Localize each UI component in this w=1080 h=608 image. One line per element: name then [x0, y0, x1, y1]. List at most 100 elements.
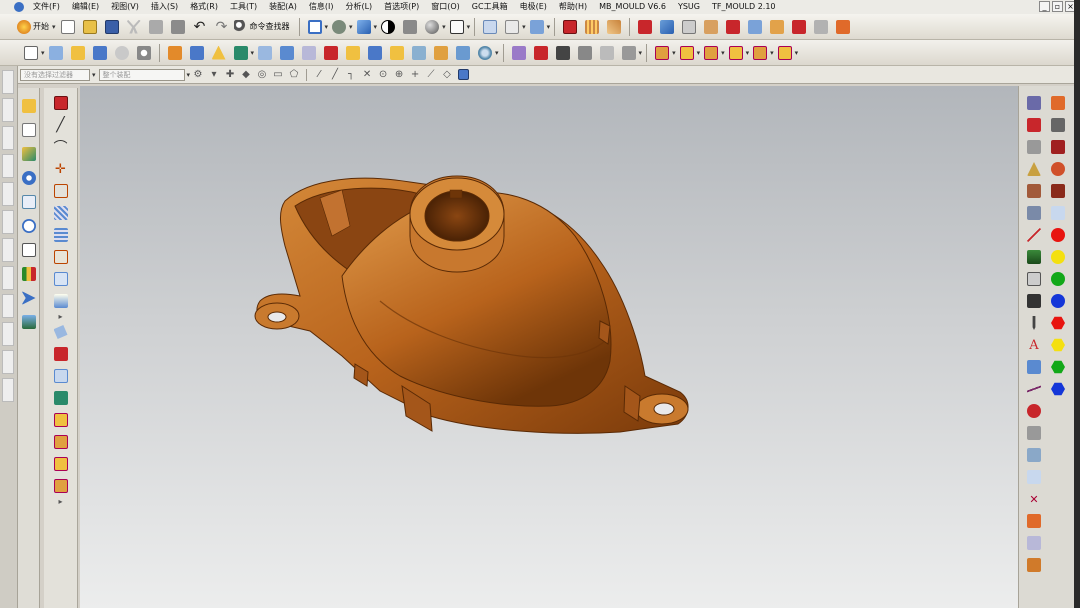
spline-button[interactable]: [51, 225, 71, 245]
mold-a-button[interactable]: [635, 17, 655, 37]
mesh-button[interactable]: [51, 203, 71, 223]
fit-view-button[interactable]: [305, 17, 325, 37]
project-button[interactable]: [51, 322, 71, 342]
trim-button[interactable]: [209, 43, 229, 63]
right-tool-7[interactable]: [1024, 225, 1044, 245]
tool-d-button[interactable]: [575, 43, 595, 63]
dock-tab[interactable]: [2, 266, 14, 290]
chevron-down-icon[interactable]: ▾: [522, 23, 526, 31]
command-finder-button[interactable]: 命令查找器: [233, 17, 294, 37]
chevron-down-icon[interactable]: ▾: [442, 23, 446, 31]
mould-d-button[interactable]: [726, 43, 746, 63]
offset-button[interactable]: [343, 43, 363, 63]
constraint-navigator-tab[interactable]: [19, 120, 39, 140]
undo-button[interactable]: ↶: [190, 17, 210, 37]
revolve-button[interactable]: [68, 43, 88, 63]
tool-b-button[interactable]: [531, 43, 551, 63]
menu-window[interactable]: 窗口(O): [425, 0, 466, 14]
chevron-down-icon[interactable]: ▾: [672, 49, 676, 57]
mold-g-button[interactable]: [767, 17, 787, 37]
right-tool-21[interactable]: [1024, 533, 1044, 553]
paste-button[interactable]: [168, 17, 188, 37]
right-tool-6[interactable]: [1024, 203, 1044, 223]
right-tool-10[interactable]: [1024, 291, 1044, 311]
menu-analysis[interactable]: 分析(L): [339, 0, 378, 14]
start-button[interactable]: 开始 ▾: [17, 17, 56, 37]
red-sphere-swatch[interactable]: [1048, 225, 1068, 245]
mold-f-button[interactable]: [745, 17, 765, 37]
right-tool-20[interactable]: [1024, 511, 1044, 531]
menu-tf-mould[interactable]: TF_MOULD 2.10: [706, 0, 782, 14]
dock-tab[interactable]: [2, 98, 14, 122]
minimize-button[interactable]: _: [1039, 1, 1050, 12]
menu-insert[interactable]: 插入(S): [145, 0, 184, 14]
line-button[interactable]: ╱: [51, 115, 71, 135]
subtract-button[interactable]: [187, 43, 207, 63]
mold-d-button[interactable]: [701, 17, 721, 37]
mold-b-button[interactable]: [657, 17, 677, 37]
right-tool-8[interactable]: [1024, 247, 1044, 267]
boss-button[interactable]: [112, 43, 132, 63]
right-tool-14[interactable]: [1024, 379, 1044, 399]
right-tool-13[interactable]: [1024, 357, 1044, 377]
right-tool-3[interactable]: [1024, 137, 1044, 157]
pattern-button[interactable]: [255, 43, 275, 63]
arc-center-snap-button[interactable]: ⊙: [376, 68, 390, 82]
menu-view[interactable]: 视图(V): [105, 0, 145, 14]
wcs-button[interactable]: [502, 17, 522, 37]
mould-c-button[interactable]: [701, 43, 721, 63]
thicken-button[interactable]: [387, 43, 407, 63]
menu-gc-toolkit[interactable]: GC工具箱: [466, 0, 514, 14]
right-tool-11[interactable]: [1024, 313, 1044, 333]
background-button[interactable]: [422, 17, 442, 37]
cube-a-button[interactable]: [51, 410, 71, 430]
polygon-select-button[interactable]: ⬠: [287, 68, 301, 82]
right-color-6[interactable]: [1048, 203, 1068, 223]
right-tool-9[interactable]: [1024, 269, 1044, 289]
select-gear-button[interactable]: ⚙: [191, 68, 205, 82]
cube-snap-button[interactable]: [456, 68, 470, 82]
blue-hex-swatch[interactable]: [1048, 379, 1068, 399]
layer-button[interactable]: [447, 17, 467, 37]
chevron-down-icon[interactable]: ▾: [187, 71, 191, 79]
redo-button[interactable]: ↷: [212, 17, 232, 37]
globe-button[interactable]: [475, 43, 495, 63]
process-studio-tab[interactable]: [19, 264, 39, 284]
dock-tab[interactable]: [2, 322, 14, 346]
block-feature-button[interactable]: [51, 344, 71, 364]
mould-e-button[interactable]: [750, 43, 770, 63]
select-all-button[interactable]: ◆: [239, 68, 253, 82]
sew-button[interactable]: [453, 43, 473, 63]
restore-button[interactable]: ▫: [1052, 1, 1063, 12]
right-tool-22[interactable]: [1024, 555, 1044, 575]
chevron-down-icon[interactable]: ▾: [52, 23, 56, 31]
mirror-button[interactable]: [277, 43, 297, 63]
sketch-button[interactable]: [21, 43, 41, 63]
right-tool-5[interactable]: [1024, 181, 1044, 201]
mold-h-button[interactable]: [789, 17, 809, 37]
dock-tab[interactable]: [2, 378, 14, 402]
patch-button[interactable]: [409, 43, 429, 63]
hole-button[interactable]: [90, 43, 110, 63]
right-tool-12[interactable]: A: [1024, 335, 1044, 355]
chevron-down-icon[interactable]: ▾: [721, 49, 725, 57]
menu-info[interactable]: 信息(I): [303, 0, 340, 14]
dock-tab[interactable]: [2, 70, 14, 94]
mold-c-button[interactable]: [679, 17, 699, 37]
green-sphere-swatch[interactable]: [1048, 269, 1068, 289]
right-tool-19[interactable]: ✕: [1024, 489, 1044, 509]
more-indicator[interactable]: ▸: [58, 497, 62, 506]
rectangle-select-button[interactable]: ▭: [271, 68, 285, 82]
dock-tab[interactable]: [2, 210, 14, 234]
blue-sphere-swatch[interactable]: [1048, 291, 1068, 311]
box-button[interactable]: [321, 43, 341, 63]
chevron-down-icon[interactable]: ▾: [251, 49, 255, 57]
chevron-down-icon[interactable]: ▾: [746, 49, 750, 57]
chevron-down-icon[interactable]: ▾: [495, 49, 499, 57]
shaded-button[interactable]: [354, 17, 374, 37]
right-tool-18[interactable]: [1024, 467, 1044, 487]
chevron-down-icon[interactable]: ▾: [795, 49, 799, 57]
tool-e-button[interactable]: [597, 43, 617, 63]
tool-a-button[interactable]: [509, 43, 529, 63]
graphics-window[interactable]: [80, 86, 1018, 608]
